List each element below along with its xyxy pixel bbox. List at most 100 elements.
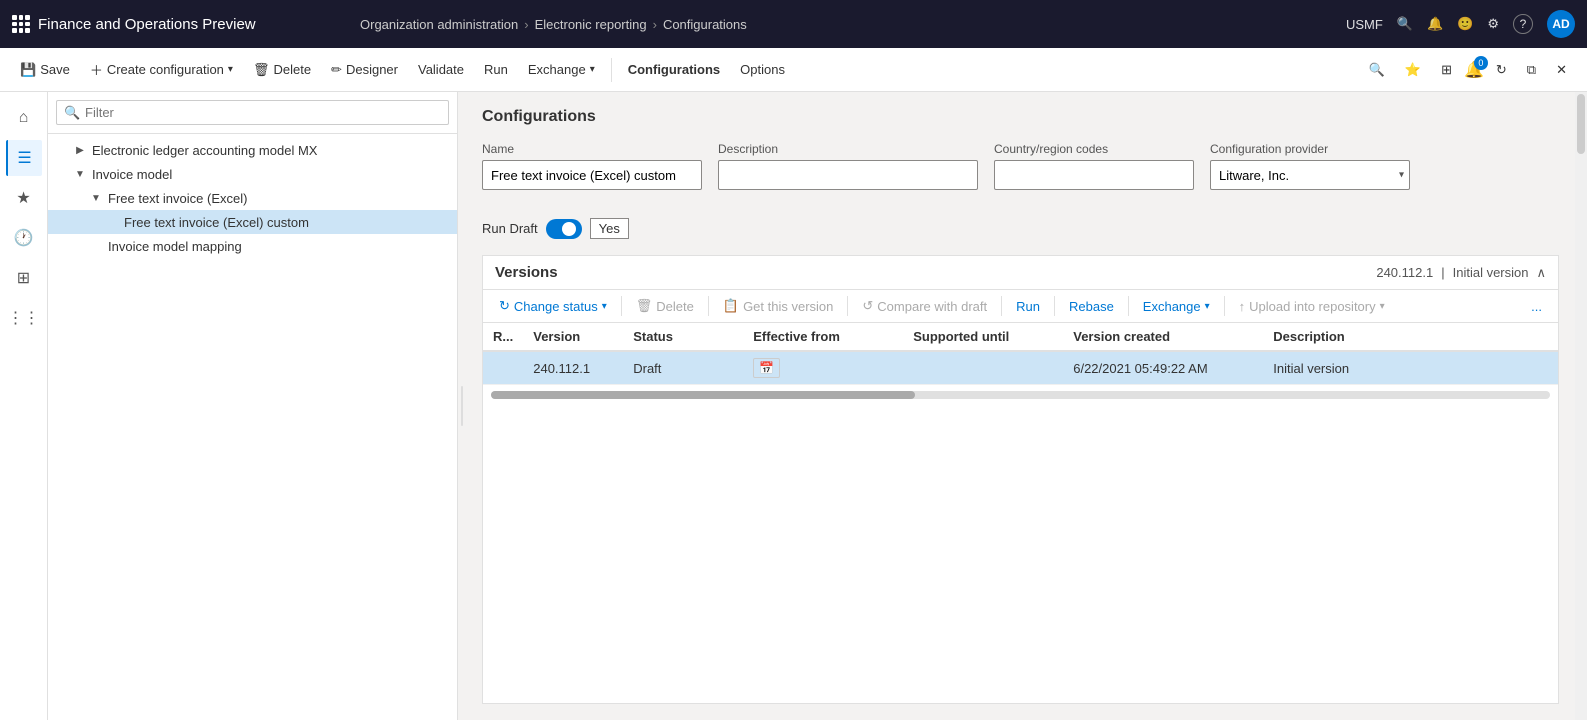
col-header-description[interactable]: Description <box>1263 323 1558 351</box>
sidebar-nav-workspace[interactable]: ⊞ <box>6 260 42 296</box>
provider-select[interactable]: Litware, Inc. <box>1210 160 1410 190</box>
run-draft-value: Yes <box>590 218 629 239</box>
run-draft-toggle[interactable] <box>546 219 582 239</box>
right-scrollbar[interactable] <box>1575 92 1587 720</box>
panel-resizer[interactable] <box>458 92 466 720</box>
tree-item-elam[interactable]: ▶ Electronic ledger accounting model MX <box>48 138 457 162</box>
vtb-sep-3 <box>847 296 848 316</box>
rebase-button[interactable]: Rebase <box>1061 295 1122 318</box>
horizontal-scrollbar-track[interactable] <box>491 391 1550 399</box>
exchange-button[interactable]: Exchange ▾ <box>520 58 603 81</box>
user-avatar[interactable]: AD <box>1547 10 1575 38</box>
table-row[interactable]: 240.112.1 Draft 📅 6/22/2021 05:49:22 AM … <box>483 351 1558 385</box>
vtb-sep-2 <box>708 296 709 316</box>
breadcrumb-configurations[interactable]: Configurations <box>663 17 747 32</box>
versions-delete-button[interactable]: 🗑 Delete <box>628 294 702 318</box>
breadcrumb-org-admin[interactable]: Organization administration <box>360 17 518 32</box>
tree-item-fti-excel-custom[interactable]: Free text invoice (Excel) custom <box>48 210 457 234</box>
create-icon: ＋ <box>90 60 103 79</box>
versions-more-button[interactable]: ... <box>1523 295 1550 318</box>
col-header-supported[interactable]: Supported until <box>903 323 1063 351</box>
apps-grid-icon[interactable] <box>12 15 30 33</box>
description-input[interactable] <box>718 160 978 190</box>
tree-item-fti-excel[interactable]: ▼ Free text invoice (Excel) <box>48 186 457 210</box>
upload-into-repo-button[interactable]: ↑ Upload into repository ▾ <box>1231 295 1393 318</box>
tree-expand-invoice-model[interactable]: ▼ <box>72 166 88 182</box>
toolbar-sep-1 <box>611 58 612 82</box>
notifications-badge[interactable]: 🔔 0 <box>1464 60 1484 80</box>
versions-meta-version: 240.112.1 <box>1376 265 1433 280</box>
versions-table: R... Version Status Effective from Suppo… <box>483 323 1558 385</box>
main-layout: ⌂ ☰ ★ 🕐 ⊞ ⋮⋮ 🔍 ▶ Electronic ledger accou… <box>0 92 1587 720</box>
sidebar-nav-modules[interactable]: ⋮⋮ <box>6 300 42 336</box>
content-panel: Configurations Name Description Country/… <box>466 92 1575 720</box>
versions-run-button[interactable]: Run <box>1008 295 1048 318</box>
delete-button[interactable]: 🗑 Delete <box>245 58 319 82</box>
toolbar-star-icon[interactable]: ⭐ <box>1397 58 1429 82</box>
options-tab[interactable]: Options <box>732 58 793 81</box>
tree-expand-invoice-mapping <box>88 238 104 254</box>
toolbar-search-button[interactable]: 🔍 <box>1361 58 1393 82</box>
save-icon: 💾 <box>20 62 36 78</box>
toolbar-columns-icon[interactable]: ⊞ <box>1433 58 1460 82</box>
tree-label-fti-excel: Free text invoice (Excel) <box>108 191 247 206</box>
configurations-tab[interactable]: Configurations <box>620 58 728 81</box>
settings-icon[interactable]: ⚙ <box>1487 16 1499 32</box>
tree-item-invoice-model[interactable]: ▼ Invoice model <box>48 162 457 186</box>
create-config-button[interactable]: ＋ Create configuration ▾ <box>82 56 241 83</box>
main-toolbar: 💾 Save ＋ Create configuration ▾ 🗑 Delete… <box>0 48 1587 92</box>
sidebar-nav-recent[interactable]: 🕐 <box>6 220 42 256</box>
save-button[interactable]: 💾 Save <box>12 58 78 82</box>
app-logo-area: Finance and Operations Preview <box>12 15 352 33</box>
tree-filter-input[interactable] <box>56 100 449 125</box>
toolbar-search-icon: 🔍 <box>1369 62 1385 78</box>
cell-supported <box>903 351 1063 385</box>
tree-label-invoice-model: Invoice model <box>92 167 172 182</box>
delete-icon: 🗑 <box>253 62 270 78</box>
upload-chevron-icon: ▾ <box>1380 301 1385 312</box>
change-status-button[interactable]: ↻ Change status ▾ <box>491 294 615 318</box>
designer-button[interactable]: ✏ Designer <box>323 58 406 82</box>
col-header-effective[interactable]: Effective from <box>743 323 903 351</box>
versions-exchange-button[interactable]: Exchange ▾ <box>1135 295 1218 318</box>
breadcrumb: Organization administration › Electronic… <box>360 17 1338 32</box>
form-row-main: Name Description Country/region codes Co… <box>482 142 1559 190</box>
sidebar-nav-list[interactable]: ☰ <box>6 140 42 176</box>
create-config-chevron-icon: ▾ <box>228 64 233 75</box>
configurations-section-title: Configurations <box>482 108 1559 126</box>
bell-icon[interactable]: 🔔 <box>1427 16 1443 32</box>
sidebar-nav-home[interactable]: ⌂ <box>6 100 42 136</box>
tree-expand-fti-excel[interactable]: ▼ <box>88 190 104 206</box>
col-header-version[interactable]: Version <box>523 323 623 351</box>
designer-icon: ✏ <box>331 62 342 78</box>
horizontal-scrollbar-thumb[interactable] <box>491 391 915 399</box>
right-scroll-thumb[interactable] <box>1577 94 1585 154</box>
refresh-button[interactable]: ↻ <box>1488 58 1515 82</box>
company-label[interactable]: USMF <box>1346 17 1383 32</box>
col-header-status[interactable]: Status <box>623 323 743 351</box>
compare-with-draft-button[interactable]: ↺ Compare with draft <box>854 294 995 318</box>
effective-from-calendar-button[interactable]: 📅 <box>753 358 780 378</box>
col-header-created[interactable]: Version created <box>1063 323 1263 351</box>
run-button[interactable]: Run <box>476 58 516 81</box>
country-input[interactable] <box>994 160 1194 190</box>
tree-expand-elam[interactable]: ▶ <box>72 142 88 158</box>
validate-button[interactable]: Validate <box>410 58 472 81</box>
search-icon[interactable]: 🔍 <box>1397 16 1413 32</box>
name-input[interactable] <box>482 160 702 190</box>
help-icon[interactable]: ? <box>1513 14 1533 34</box>
breadcrumb-electronic-reporting[interactable]: Electronic reporting <box>535 17 647 32</box>
tree-item-invoice-mapping[interactable]: Invoice model mapping <box>48 234 457 258</box>
cell-created: 6/22/2021 05:49:22 AM <box>1063 351 1263 385</box>
sidebar-nav-favorites[interactable]: ★ <box>6 180 42 216</box>
compare-icon: ↺ <box>862 298 873 314</box>
badge-count: 0 <box>1474 56 1488 70</box>
get-this-version-button[interactable]: 📋 Get this version <box>715 294 842 318</box>
col-header-r: R... <box>483 323 523 351</box>
vtb-sep-7 <box>1224 296 1225 316</box>
tree-search-wrap: 🔍 <box>56 100 449 125</box>
close-button[interactable]: ✕ <box>1548 58 1575 82</box>
smiley-icon[interactable]: 🙂 <box>1457 16 1473 32</box>
open-in-new-button[interactable]: ⧉ <box>1519 58 1544 82</box>
versions-collapse-icon[interactable]: ∧ <box>1536 265 1546 281</box>
